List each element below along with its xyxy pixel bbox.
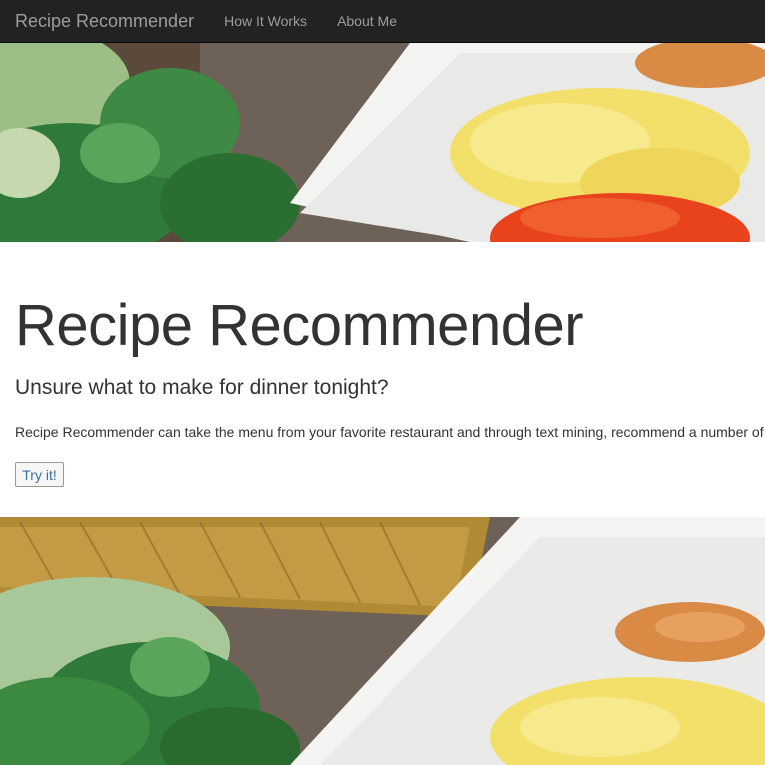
nav-link-how-it-works[interactable]: How It Works	[209, 0, 322, 43]
jumbotron: Recipe Recommender Unsure what to make f…	[0, 242, 765, 517]
hero-food-image-bottom	[0, 517, 765, 765]
navbar: Recipe Recommender How It Works About Me	[0, 0, 765, 43]
page-title: Recipe Recommender	[15, 293, 584, 358]
nav-link-about-me[interactable]: About Me	[322, 0, 412, 43]
hero-description: Recipe Recommender can take the menu fro…	[15, 424, 764, 440]
try-it-button[interactable]: Try it!	[15, 462, 64, 487]
hero-subtitle: Unsure what to make for dinner tonight?	[15, 376, 389, 399]
navbar-brand[interactable]: Recipe Recommender	[15, 0, 194, 43]
hero-food-image-top	[0, 43, 765, 242]
